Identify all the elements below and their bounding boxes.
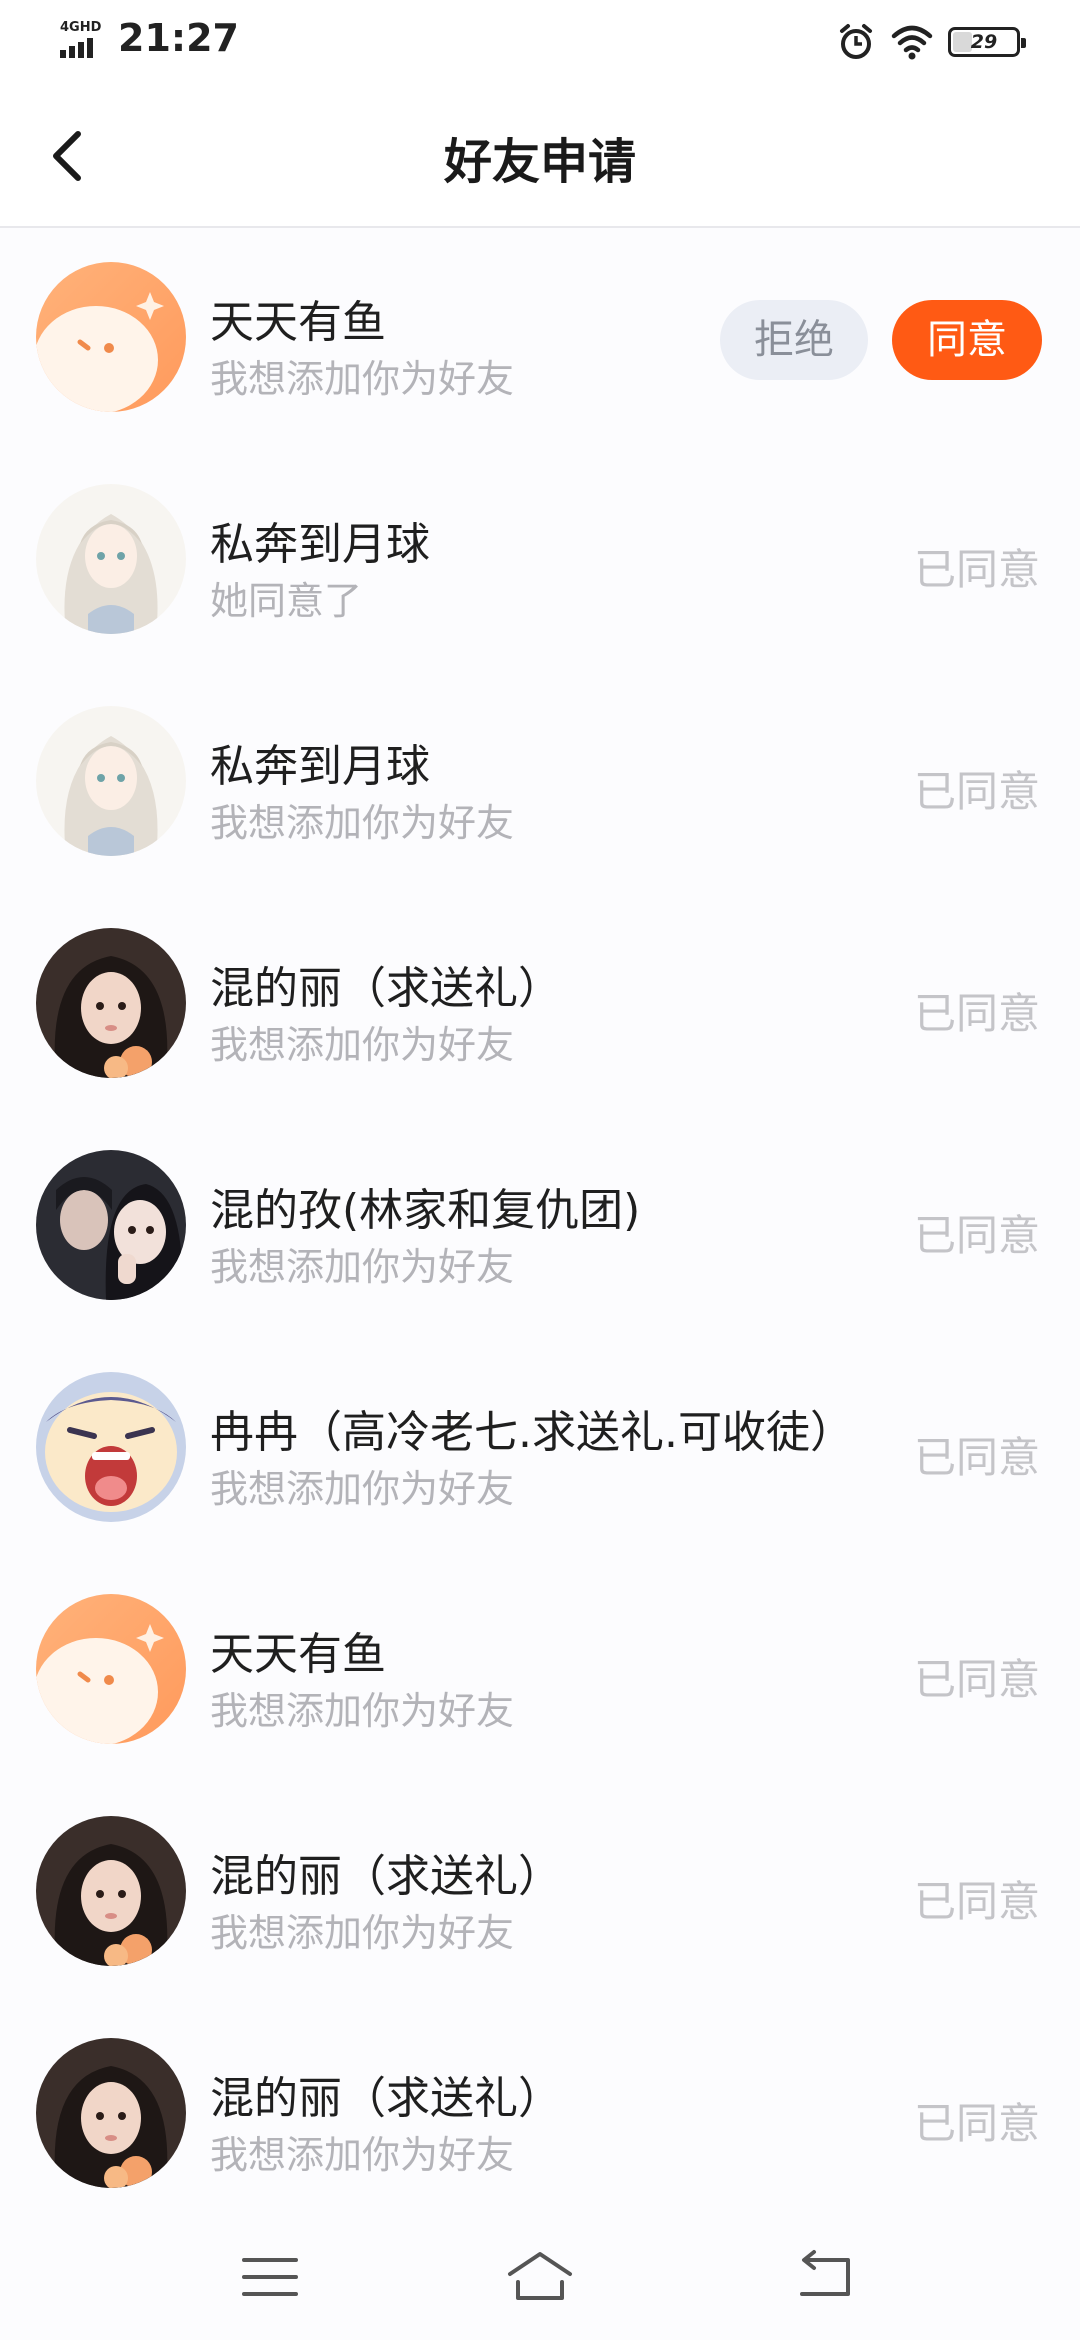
header: 好友申请 [0,84,1080,228]
request-message: 我想添加你为好友 [210,1467,515,1511]
request-message: 她同意了 [210,579,363,623]
status-time: 21:27 [118,16,239,60]
request-message: 我想添加你为好友 [210,2133,515,2177]
home-icon [508,2252,572,2300]
reject-button[interactable]: 拒绝 [720,300,868,380]
battery-icon: 29 [948,27,1026,57]
anime-girl-avatar-icon [36,706,186,856]
status-badge: 已同意 [913,1433,1040,1482]
avatar[interactable] [36,1372,186,1522]
battery-percent: 29 [970,31,998,53]
requester-name: 混的丽（求送礼） [210,1851,562,1902]
status-badge: 已同意 [913,989,1040,1038]
photo-avatar-icon [36,2038,186,2188]
avatar[interactable] [36,484,186,634]
status-badge: 已同意 [913,1877,1040,1926]
friend-request-list: 天天有鱼 我想添加你为好友 拒绝 同意 私奔到月球 她同意了 已同意 私奔到月球… [0,230,1080,2228]
list-item[interactable]: 混的丽（求送礼） 我想添加你为好友 已同意 [0,1784,1080,2006]
menu-icon [242,2258,298,2296]
wifi-icon [890,22,934,62]
list-item[interactable]: 天天有鱼 我想添加你为好友 已同意 [0,1562,1080,1784]
requester-name: 天天有鱼 [210,297,386,348]
network-type: 4GHD [60,20,102,35]
status-badge: 已同意 [913,1655,1040,1704]
list-item[interactable]: 私奔到月球 她同意了 已同意 [0,452,1080,674]
avatar[interactable] [36,2038,186,2188]
list-item[interactable]: 私奔到月球 我想添加你为好友 已同意 [0,674,1080,896]
system-nav-bar [0,2222,1080,2340]
cartoon-avatar-icon [36,1372,186,1522]
status-badge: 已同意 [913,545,1040,594]
alarm-icon [836,22,876,62]
requester-name: 混的丽（求送礼） [210,2073,562,2124]
status-badge: 已同意 [913,767,1040,816]
avatar[interactable] [36,1150,186,1300]
home-button[interactable] [500,2242,580,2312]
menu-button[interactable] [230,2242,310,2312]
avatar[interactable] [36,928,186,1078]
fish-avatar-icon [36,1594,186,1744]
photo-avatar-icon [36,1150,186,1300]
request-message: 我想添加你为好友 [210,1911,515,1955]
accept-button[interactable]: 同意 [892,300,1042,380]
fish-avatar-icon [36,262,186,412]
list-item[interactable]: 混的孜(林家和复仇团) 我想添加你为好友 已同意 [0,1118,1080,1340]
request-message: 我想添加你为好友 [210,357,515,401]
request-message: 我想添加你为好友 [210,1023,515,1067]
request-message: 我想添加你为好友 [210,801,515,845]
list-item[interactable]: 混的丽（求送礼） 我想添加你为好友 已同意 [0,2006,1080,2228]
photo-avatar-icon [36,928,186,1078]
avatar[interactable] [36,1594,186,1744]
back-icon [800,2250,850,2296]
photo-avatar-icon [36,1816,186,1966]
requester-name: 私奔到月球 [210,741,430,792]
requester-name: 混的孜(林家和复仇团) [210,1185,641,1236]
avatar[interactable] [36,1816,186,1966]
status-badge: 已同意 [913,2099,1040,2148]
avatar[interactable] [36,706,186,856]
requester-name: 天天有鱼 [210,1629,386,1680]
signal-icon: 4GHD [58,20,108,60]
page-title: 好友申请 [443,134,636,190]
avatar[interactable] [36,262,186,412]
list-item[interactable]: 天天有鱼 我想添加你为好友 拒绝 同意 [0,230,1080,452]
list-item[interactable]: 冉冉（高冷老七.求送礼.可收徒） 我想添加你为好友 已同意 [0,1340,1080,1562]
list-item[interactable]: 混的丽（求送礼） 我想添加你为好友 已同意 [0,896,1080,1118]
status-badge: 已同意 [913,1211,1040,1260]
requester-name: 冉冉（高冷老七.求送礼.可收徒） [210,1407,854,1458]
requester-name: 私奔到月球 [210,519,430,570]
requester-name: 混的丽（求送礼） [210,963,562,1014]
status-bar: 4GHD 21:27 29 [0,0,1080,84]
anime-girl-avatar-icon [36,484,186,634]
nav-back-button[interactable] [784,2242,864,2312]
request-message: 我想添加你为好友 [210,1689,515,1733]
request-message: 我想添加你为好友 [210,1245,515,1289]
